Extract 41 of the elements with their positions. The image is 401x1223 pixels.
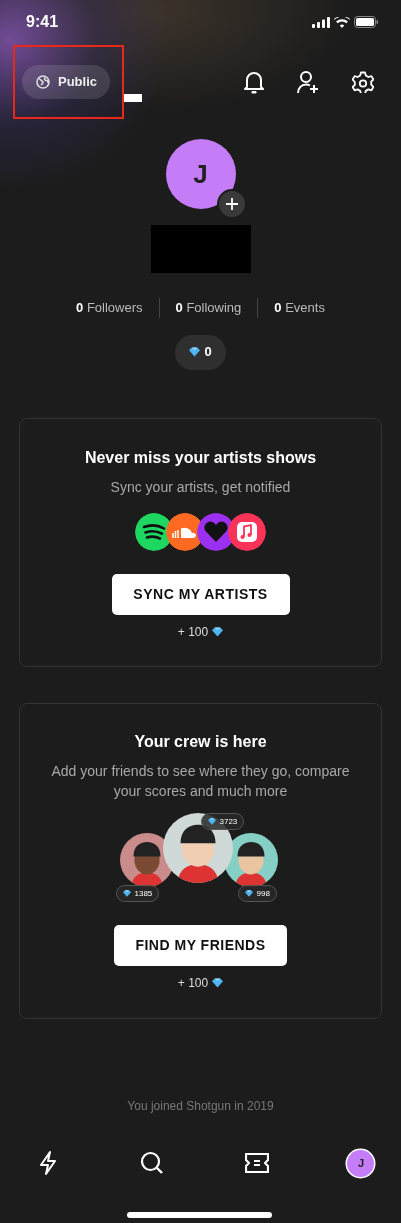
card-subtitle: Add your friends to see where they go, compare your scores and much more [50, 762, 351, 801]
reward-label: + 100 [36, 974, 365, 993]
plus-icon [225, 198, 238, 210]
diamond-icon [207, 818, 216, 826]
signal-icon [312, 16, 330, 28]
notifications-button[interactable] [243, 70, 265, 94]
sync-artists-button[interactable]: SYNC MY ARTISTS [111, 574, 290, 616]
card-subtitle: Sync your artists, get notified [109, 477, 292, 497]
search-icon [140, 1151, 165, 1175]
stat-link[interactable]: 0 Following [158, 298, 258, 318]
lightning-icon [39, 1151, 57, 1175]
diamond-icon [212, 978, 224, 989]
profile-avatar: J [165, 139, 236, 209]
status-time: 9:41 [26, 12, 59, 32]
person-add-icon [297, 70, 320, 94]
stat-link[interactable]: 0 Followers [60, 298, 159, 318]
score-badge: 3723 [200, 813, 245, 831]
gems-pill: 0 [175, 334, 226, 370]
add-friend-button[interactable] [297, 70, 320, 94]
stat-link[interactable]: 0 Events [257, 298, 341, 318]
settings-button[interactable] [352, 71, 374, 93]
joined-note: You joined Shotgun in 2019 [126, 1098, 275, 1116]
music-note-icon [228, 513, 266, 552]
find-friends-button[interactable]: FIND MY FRIENDS [114, 925, 287, 967]
diamond-icon [244, 890, 253, 898]
battery-icon [354, 16, 379, 28]
globe-icon [36, 75, 50, 89]
diamond-icon [189, 347, 201, 357]
card-title: Never miss your artists shows [83, 447, 318, 468]
reward-label: + 100 [36, 623, 365, 642]
bell-icon [243, 70, 265, 94]
visibility-chip[interactable]: Public [22, 65, 110, 99]
score-badge: 998 [237, 885, 277, 903]
diamond-icon [122, 890, 131, 898]
score-badge: 1385 [115, 885, 160, 903]
card-title: Your crew is here [133, 732, 268, 753]
ticket-icon [244, 1153, 269, 1173]
settings-icon [352, 71, 374, 93]
wifi-icon [334, 16, 350, 28]
redaction-mark [124, 94, 142, 102]
diamond-icon [212, 627, 224, 638]
